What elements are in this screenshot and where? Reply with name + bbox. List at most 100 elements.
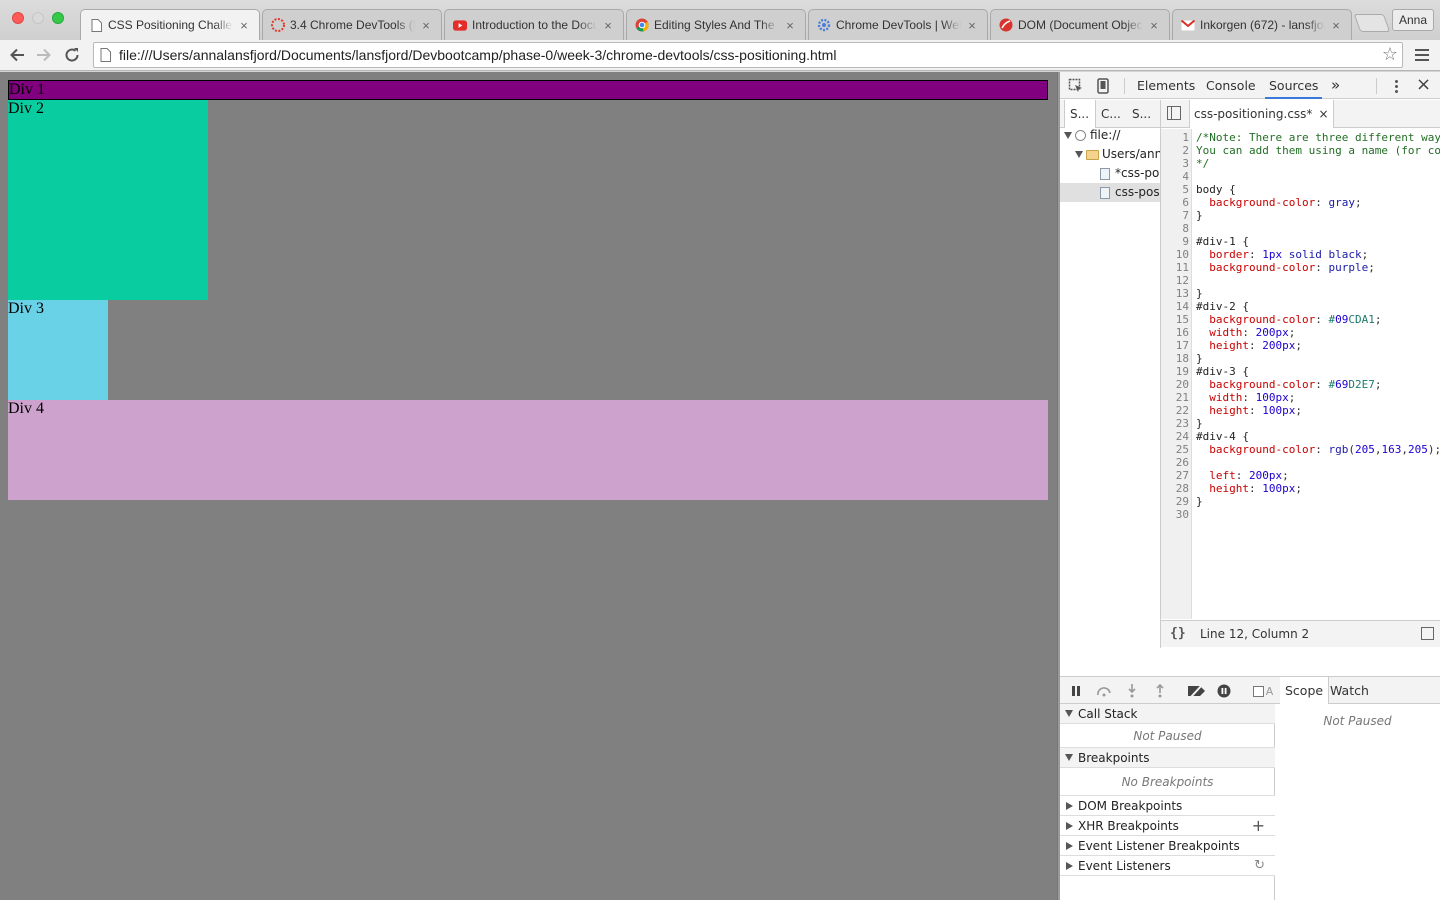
- code-line[interactable]: 12: [1161, 274, 1440, 287]
- tab-watch[interactable]: Watch: [1325, 677, 1374, 704]
- pretty-print-icon[interactable]: {}: [1170, 626, 1186, 641]
- code-line[interactable]: 5 body {: [1161, 183, 1440, 196]
- div-3[interactable]: Div 3: [8, 300, 108, 400]
- devtools-close-icon[interactable]: ×: [1416, 74, 1431, 95]
- dom-breakpoints-header[interactable]: DOM Breakpoints: [1060, 796, 1275, 816]
- code-line[interactable]: 30: [1161, 508, 1440, 521]
- forward-button[interactable]: [32, 43, 56, 67]
- device-mode-icon[interactable]: [1094, 77, 1112, 95]
- code-line[interactable]: 3 */: [1161, 157, 1440, 170]
- navigator-tab-content-scripts[interactable]: C...: [1101, 100, 1121, 128]
- event-listeners-header[interactable]: Event Listeners ↻: [1060, 856, 1275, 876]
- code-line[interactable]: 7}: [1161, 209, 1440, 222]
- code-line[interactable]: 23}: [1161, 417, 1440, 430]
- toggle-navigator-icon[interactable]: [1167, 106, 1181, 120]
- code-line[interactable]: 15 background-color: #09CDA1;: [1161, 313, 1440, 326]
- code-line[interactable]: 24 #div-4 {: [1161, 430, 1440, 443]
- browser-tab-css-positioning[interactable]: CSS Positioning Challenge ×: [80, 9, 260, 40]
- tab-console[interactable]: Console: [1202, 72, 1260, 99]
- devtools-menu-icon[interactable]: [1395, 77, 1399, 95]
- browser-tab-chrome-devtools-dbc[interactable]: 3.4 Chrome DevTools (Mobile) ×: [262, 9, 442, 40]
- code-line[interactable]: 6 background-color: gray;: [1161, 196, 1440, 209]
- div-1[interactable]: Div 1: [8, 80, 1048, 100]
- back-button[interactable]: [5, 43, 29, 67]
- breakpoints-header[interactable]: Breakpoints: [1060, 748, 1275, 768]
- div-2[interactable]: Div 2: [8, 100, 208, 300]
- toggle-debugger-icon[interactable]: [1421, 627, 1434, 640]
- code-line[interactable]: 18}: [1161, 352, 1440, 365]
- editor-tab-css[interactable]: css-positioning.css* ×: [1189, 100, 1334, 128]
- collapsed-triangle-icon: [1066, 862, 1073, 870]
- add-xhr-breakpoint-icon[interactable]: +: [1252, 816, 1265, 836]
- code-line[interactable]: 1/*Note: There are three different ways …: [1161, 131, 1440, 144]
- event-listener-breakpoints-header[interactable]: Event Listener Breakpoints: [1060, 836, 1275, 856]
- code-line[interactable]: 17 height: 200px;: [1161, 339, 1440, 352]
- code-line[interactable]: 2You can add them using a name (for comm…: [1161, 144, 1440, 157]
- inspect-element-icon[interactable]: [1067, 77, 1085, 95]
- tab-sources[interactable]: Sources: [1265, 72, 1323, 99]
- code-line[interactable]: 27 left: 200px;: [1161, 469, 1440, 482]
- code-line[interactable]: 14 #div-2 {: [1161, 300, 1440, 313]
- browser-tab-dom[interactable]: DOM (Document Object Model) ×: [990, 9, 1170, 40]
- code-line[interactable]: 29}: [1161, 495, 1440, 508]
- tab-scope[interactable]: Scope: [1280, 677, 1330, 704]
- new-tab-button[interactable]: [1353, 14, 1391, 32]
- tab-close-icon[interactable]: ×: [1329, 18, 1343, 33]
- bookmark-star-icon[interactable]: ☆: [1382, 44, 1398, 65]
- minimize-window-button[interactable]: [32, 12, 44, 24]
- browser-tab-chrome-devtools-web[interactable]: Chrome DevTools | Web ×: [808, 9, 988, 40]
- code-line[interactable]: 16 width: 200px;: [1161, 326, 1440, 339]
- tab-close-icon[interactable]: ×: [965, 18, 979, 33]
- code-line[interactable]: 9 #div-1 {: [1161, 235, 1440, 248]
- refresh-icon[interactable]: ↻: [1254, 856, 1265, 876]
- code-line[interactable]: 10 border: 1px solid black;: [1161, 248, 1440, 261]
- navigator-tab-sources[interactable]: S...: [1064, 100, 1096, 128]
- xhr-breakpoints-header[interactable]: XHR Breakpoints +: [1060, 816, 1275, 836]
- code-line[interactable]: 26: [1161, 456, 1440, 469]
- step-over-icon[interactable]: [1096, 683, 1112, 699]
- reload-button[interactable]: [60, 43, 84, 67]
- div-4[interactable]: Div 4: [8, 400, 1048, 500]
- tree-folder[interactable]: Users/anna: [1060, 145, 1160, 164]
- deactivate-breakpoints-icon[interactable]: [1186, 683, 1208, 699]
- async-checkbox[interactable]: A: [1252, 683, 1274, 699]
- tab-close-icon[interactable]: ×: [601, 18, 615, 33]
- page-info-icon[interactable]: [100, 48, 111, 65]
- browser-tab-youtube[interactable]: Introduction to the Document ×: [444, 9, 624, 40]
- step-out-icon[interactable]: [1152, 683, 1168, 699]
- tab-close-icon[interactable]: ×: [237, 18, 251, 33]
- close-tab-icon[interactable]: ×: [1318, 107, 1328, 121]
- browser-tab-gmail[interactable]: Inkorgen (672) - lansfjord ×: [1172, 9, 1352, 40]
- code-line[interactable]: 8: [1161, 222, 1440, 235]
- code-line[interactable]: 19 #div-3 {: [1161, 365, 1440, 378]
- code-line[interactable]: 22 height: 100px;: [1161, 404, 1440, 417]
- code-line[interactable]: 13}: [1161, 287, 1440, 300]
- call-stack-header[interactable]: Call Stack: [1060, 704, 1275, 724]
- maximize-window-button[interactable]: [52, 12, 64, 24]
- tab-close-icon[interactable]: ×: [419, 18, 433, 33]
- code-line[interactable]: 20 background-color: #69D2E7;: [1161, 378, 1440, 391]
- code-line[interactable]: 11 background-color: purple;: [1161, 261, 1440, 274]
- code-area[interactable]: 1/*Note: There are three different ways …: [1161, 129, 1440, 619]
- chrome-menu-button[interactable]: [1412, 45, 1432, 65]
- tree-file-html[interactable]: *css-positioning.html: [1060, 164, 1160, 183]
- browser-tab-editing-styles[interactable]: Editing Styles And The DOM ×: [626, 9, 806, 40]
- tab-close-icon[interactable]: ×: [783, 18, 797, 33]
- pause-icon[interactable]: [1068, 683, 1084, 699]
- code-line[interactable]: 21 width: 100px;: [1161, 391, 1440, 404]
- tab-elements[interactable]: Elements: [1133, 72, 1199, 99]
- tree-file-css[interactable]: css-positioning.css: [1060, 183, 1160, 202]
- tree-root[interactable]: file://: [1060, 126, 1160, 145]
- step-into-icon[interactable]: [1124, 683, 1140, 699]
- tab-close-icon[interactable]: ×: [1147, 18, 1161, 33]
- close-window-button[interactable]: [12, 12, 24, 24]
- more-tabs-chevron-icon[interactable]: »: [1327, 72, 1344, 99]
- address-bar[interactable]: ☆: [93, 42, 1403, 68]
- url-input[interactable]: [119, 46, 1369, 64]
- pause-on-exceptions-icon[interactable]: [1216, 683, 1232, 699]
- profile-button[interactable]: Anna: [1392, 9, 1434, 31]
- code-line[interactable]: 25 background-color: rgb(205,163,205);: [1161, 443, 1440, 456]
- code-line[interactable]: 28 height: 100px;: [1161, 482, 1440, 495]
- code-line[interactable]: 4: [1161, 170, 1440, 183]
- navigator-tab-snippets[interactable]: S...: [1132, 100, 1151, 128]
